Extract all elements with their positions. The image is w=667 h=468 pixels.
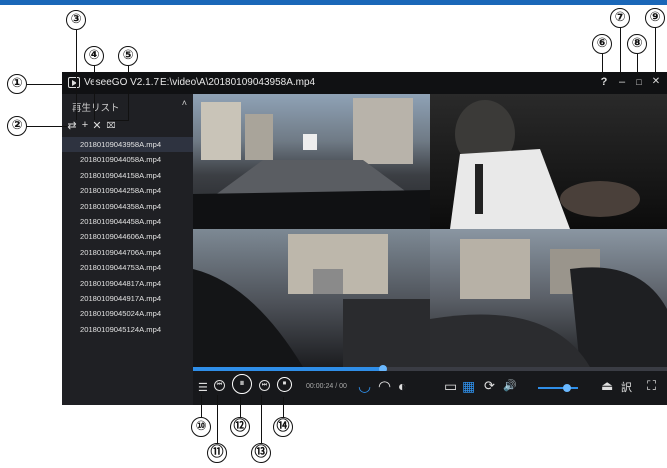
callout-leader xyxy=(637,54,638,78)
list-item[interactable]: 20180109044458A.mp4 xyxy=(62,214,193,229)
rotate-view-icon[interactable]: ⟳ xyxy=(484,378,495,394)
two-split-layout-icon[interactable]: ▭ xyxy=(444,378,457,395)
callout-10: ⑩ xyxy=(191,417,211,437)
callout-13: ⑬ xyxy=(251,443,271,463)
playlist-toggle-icon[interactable]: ☰ xyxy=(198,381,208,394)
front-view-icon[interactable]: ◡ xyxy=(358,377,371,395)
callout-1: ① xyxy=(7,74,27,94)
fullscreen-icon[interactable]: ⛶ xyxy=(647,378,656,394)
callout-14: ⑭ xyxy=(273,417,293,437)
list-item[interactable]: 20180109044258A.mp4 xyxy=(62,183,193,198)
translate-icon[interactable]: 訳 xyxy=(621,379,632,395)
callout-leader xyxy=(94,66,95,120)
callout-leader xyxy=(108,120,129,121)
callout-leader xyxy=(76,30,77,120)
list-item[interactable]: 20180109045024A.mp4 xyxy=(62,306,193,321)
callout-leader xyxy=(283,397,284,417)
playlist-title: 再生リスト xyxy=(72,103,120,114)
video-area[interactable] xyxy=(193,94,667,367)
close-button[interactable]: ✕ xyxy=(649,75,663,89)
app-title: VeseeGO V2.1.7 xyxy=(84,77,160,88)
callout-leader xyxy=(261,395,262,443)
callout-12: ⑫ xyxy=(230,417,250,437)
playlist-items: 20180109043958A.mp4 20180109044058A.mp4 … xyxy=(62,137,193,337)
side-view-icon[interactable]: ◐ xyxy=(398,378,406,394)
help-button[interactable]: ? xyxy=(597,75,611,89)
pause-button[interactable]: ⏸ xyxy=(232,374,252,394)
minimize-button[interactable]: – xyxy=(615,75,629,89)
eject-icon[interactable]: ⏏ xyxy=(601,378,613,394)
next-button[interactable]: ⏭ xyxy=(259,380,270,391)
player-window: VeseeGO V2.1.7 E:\video\A\20180109043958… xyxy=(62,72,667,405)
callout-leader xyxy=(27,84,67,85)
volume-handle[interactable] xyxy=(563,384,572,392)
callout-leader xyxy=(201,395,202,417)
list-item[interactable]: 20180109044158A.mp4 xyxy=(62,168,193,183)
maximize-button[interactable]: □ xyxy=(632,75,646,89)
callout-3: ③ xyxy=(66,10,86,30)
list-item[interactable]: 20180109045124A.mp4 xyxy=(62,322,193,337)
callout-6: ⑥ xyxy=(592,34,612,54)
time-readout: 00:00:24 / 00 xyxy=(306,383,347,390)
app-logo-icon xyxy=(68,77,80,88)
callout-4: ④ xyxy=(84,46,104,66)
four-split-layout-icon[interactable]: ▦ xyxy=(462,378,475,395)
playlist-panel: 再生リスト ˄ ⇄ + ✕ ⌧ 20180109043958A.mp4 2018… xyxy=(62,94,193,405)
top-accent-bar xyxy=(0,0,667,5)
callout-leader xyxy=(655,28,656,78)
list-item[interactable]: 20180109044753A.mp4 xyxy=(62,260,193,275)
front-camera-view xyxy=(193,94,430,229)
volume-icon[interactable]: 🔊 xyxy=(503,379,517,392)
rear-camera-view xyxy=(430,229,667,367)
callout-11: ⑪ xyxy=(207,443,227,463)
previous-button[interactable]: ⏮ xyxy=(214,380,225,391)
volume-slider[interactable] xyxy=(538,384,578,392)
file-path: E:\video\A\20180109043958A.mp4 xyxy=(160,77,316,88)
list-item[interactable]: 20180109044917A.mp4 xyxy=(62,291,193,306)
cabin-camera-view xyxy=(430,94,667,229)
list-item[interactable]: 20180109044706A.mp4 xyxy=(62,245,193,260)
stop-button[interactable]: ⏹ xyxy=(277,377,292,392)
rear-view-icon[interactable]: ◠ xyxy=(378,377,391,395)
callout-7: ⑦ xyxy=(610,8,630,28)
clear-icon[interactable]: ⌧ xyxy=(105,121,117,130)
control-bar: ☰ ⏮ ⏸ ⏭ ⏹ 00:00:24 / 00 ◡ ◠ ◐ ▭ ▦ ⟳ 🔊 ⏏ … xyxy=(193,371,667,405)
title-bar: VeseeGO V2.1.7 E:\video\A\20180109043958… xyxy=(62,72,667,94)
side-camera-view xyxy=(193,229,430,367)
callout-leader xyxy=(128,66,129,120)
callout-leader xyxy=(217,395,218,443)
repeat-icon[interactable]: ⇄ xyxy=(66,119,78,132)
list-item[interactable]: 20180109043958A.mp4 xyxy=(62,137,193,153)
callout-5: ⑤ xyxy=(118,46,138,66)
list-item[interactable]: 20180109044817A.mp4 xyxy=(62,276,193,291)
callout-8: ⑧ xyxy=(627,34,647,54)
callout-9: ⑨ xyxy=(645,8,665,28)
list-item[interactable]: 20180109044358A.mp4 xyxy=(62,199,193,214)
list-item[interactable]: 20180109044058A.mp4 xyxy=(62,152,193,167)
callout-leader xyxy=(27,126,67,127)
list-item[interactable]: 20180109044606A.mp4 xyxy=(62,229,193,244)
callout-2: ② xyxy=(7,116,27,136)
collapse-chevron-icon[interactable]: ˄ xyxy=(182,98,187,108)
remove-icon[interactable]: ✕ xyxy=(91,119,103,132)
callout-leader xyxy=(240,397,241,417)
add-icon[interactable]: + xyxy=(79,119,91,131)
callout-leader xyxy=(620,28,621,78)
callout-leader xyxy=(602,54,603,78)
